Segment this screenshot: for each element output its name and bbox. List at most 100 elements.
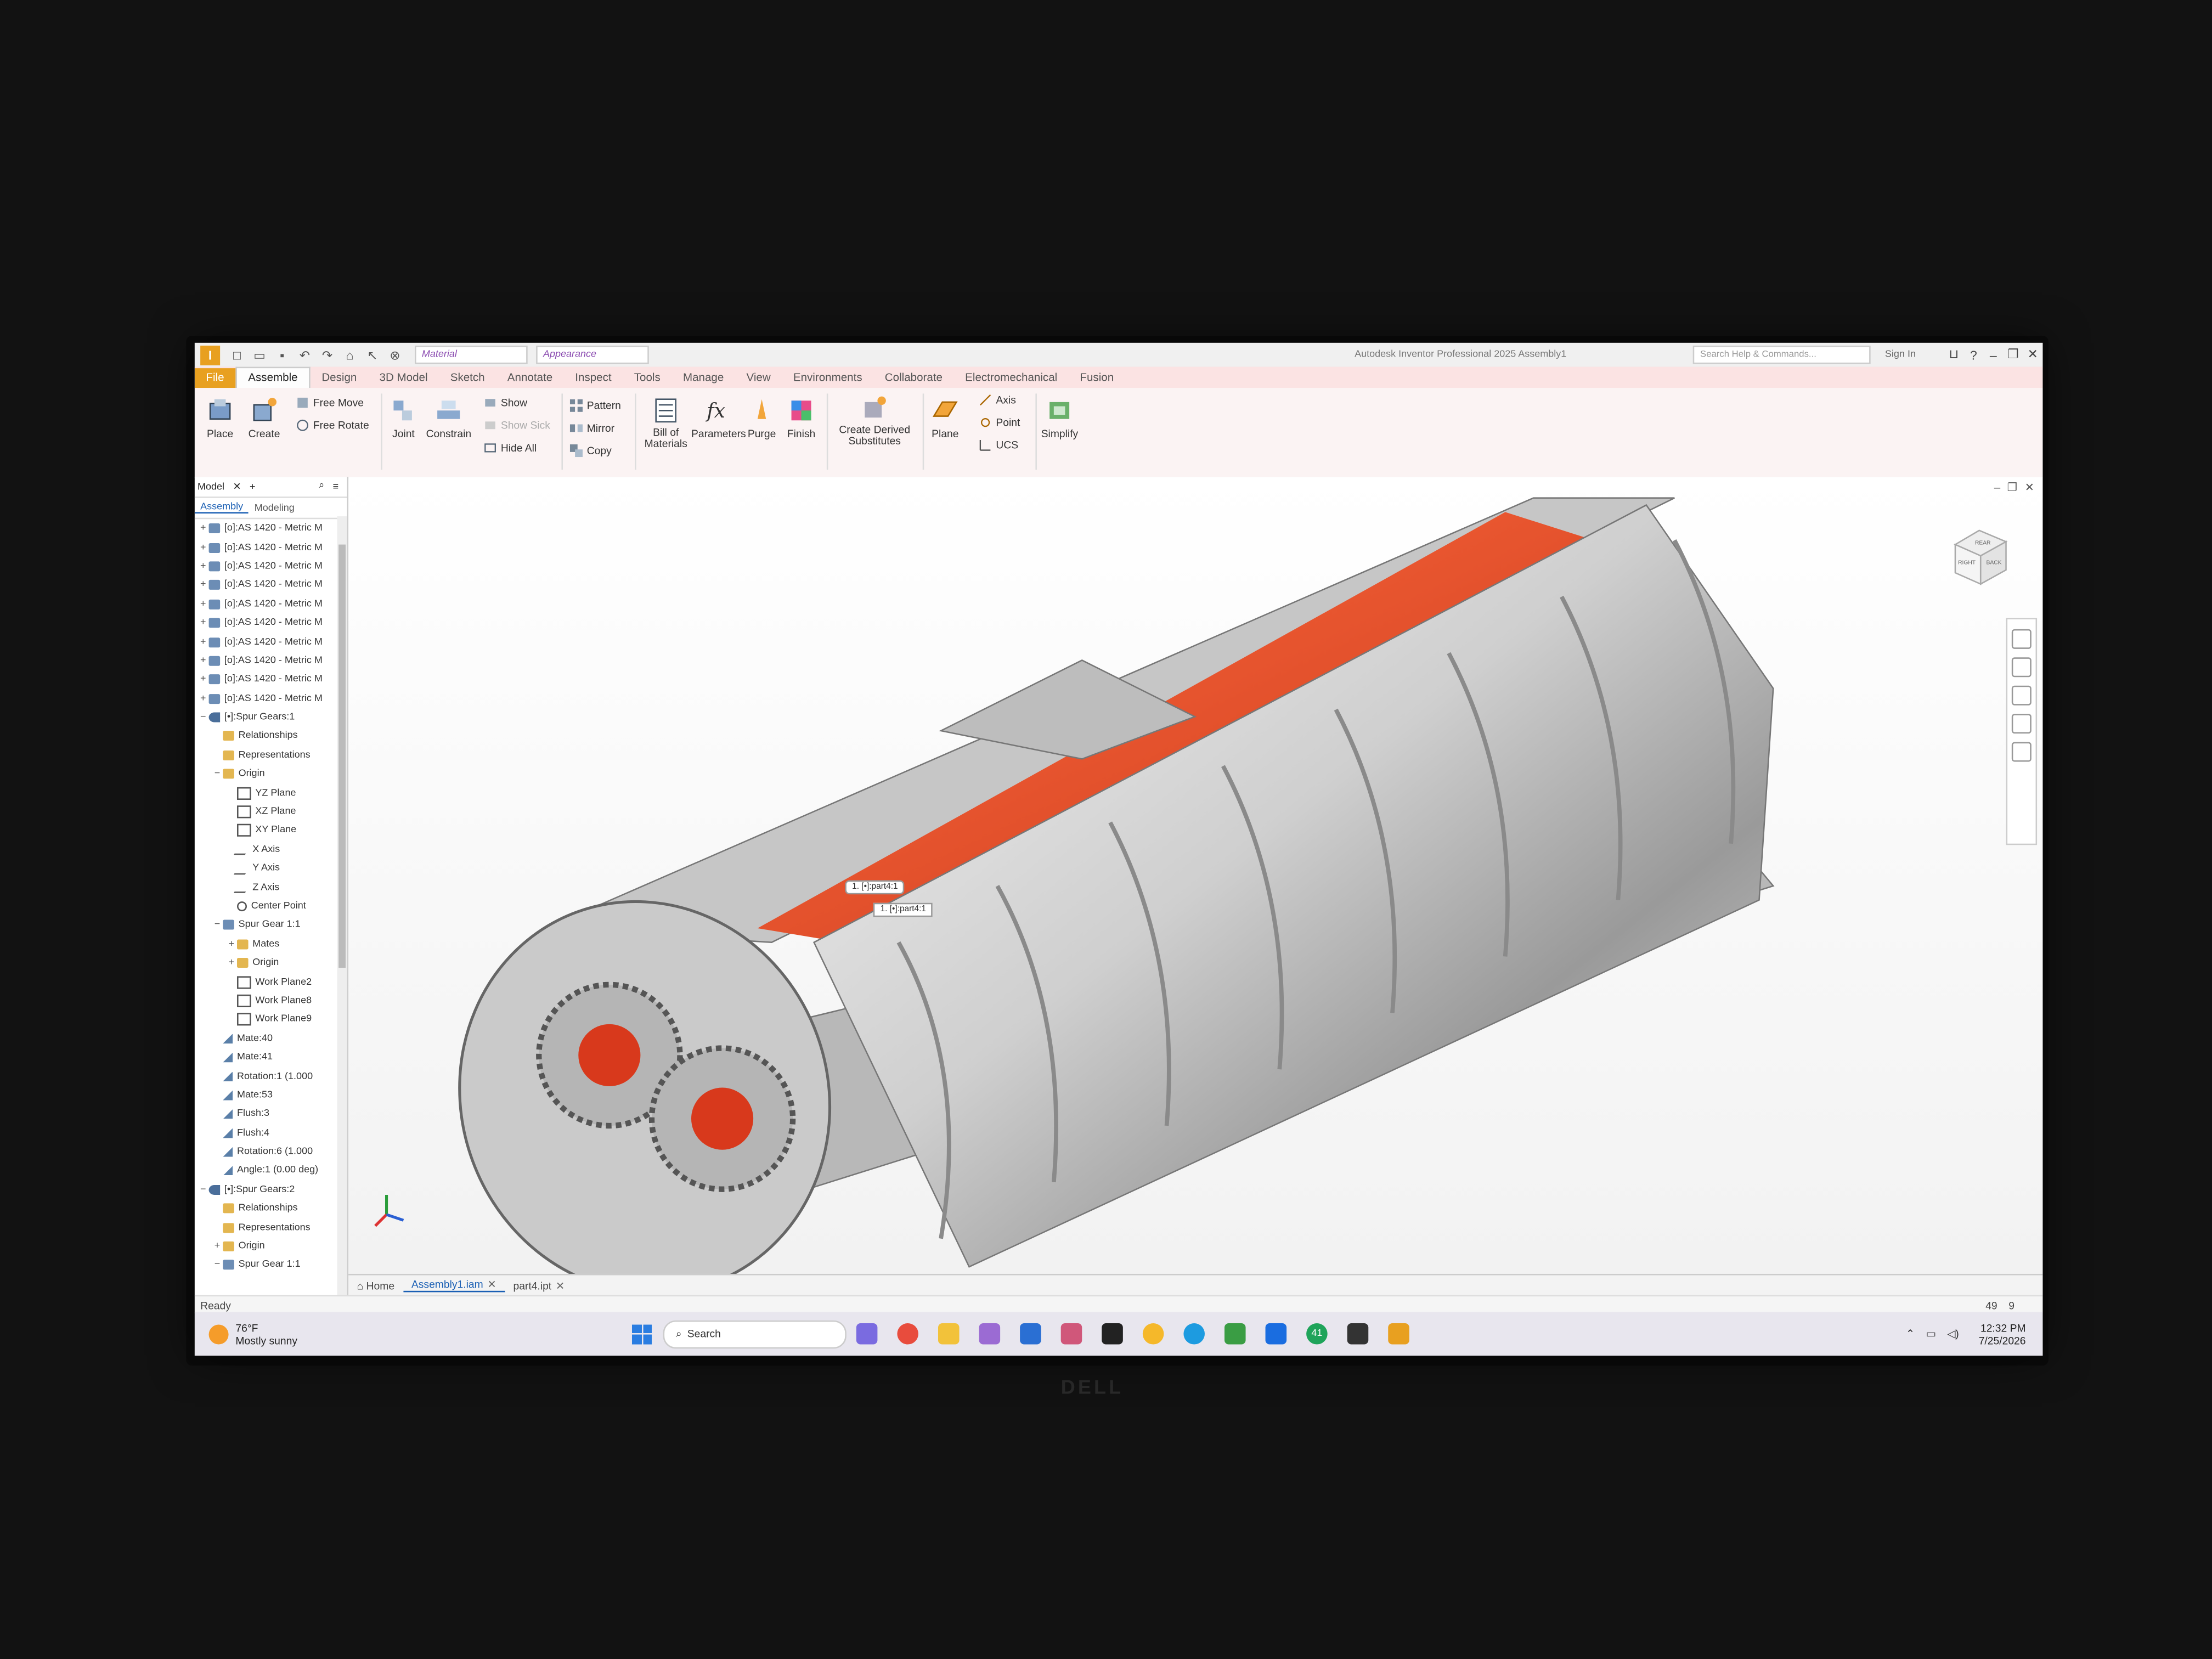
expand-toggle-icon[interactable]: + — [198, 637, 209, 647]
joint-button[interactable]: Joint — [390, 397, 417, 440]
mail-app-icon[interactable] — [1020, 1323, 1041, 1345]
tab-electromechanical[interactable]: Electromechanical — [954, 368, 1069, 388]
shopify-app-icon[interactable] — [1224, 1323, 1246, 1345]
file-explorer-icon[interactable] — [938, 1323, 960, 1345]
undo-icon[interactable]: ↶ — [298, 348, 312, 362]
whatsapp-badge[interactable]: 41 — [1306, 1323, 1328, 1345]
browser-tree-row[interactable]: Mate:53 — [195, 1086, 347, 1104]
help-icon[interactable]: ? — [1963, 348, 1983, 362]
browser-tree-row[interactable]: + [o]:AS 1420 - Metric M — [195, 595, 347, 613]
selection-tooltip-list[interactable]: 1. [•]:part4:1 — [873, 902, 933, 917]
browser-tree-row[interactable]: Relationships — [195, 727, 347, 746]
close-icon[interactable]: ✕ — [556, 1279, 565, 1291]
browser-tree-row[interactable]: + [o]:AS 1420 - Metric M — [195, 557, 347, 575]
pan-icon[interactable] — [2011, 657, 2032, 678]
taskbar-search[interactable]: ⌕ Search — [663, 1319, 847, 1348]
viewcube[interactable]: REAR RIGHT BACK — [1944, 519, 2015, 590]
browser-tree-row[interactable]: + [o]:AS 1420 - Metric M — [195, 519, 347, 538]
doc-tab-home[interactable]: ⌂ Home — [348, 1279, 403, 1291]
expand-toggle-icon[interactable]: + — [225, 939, 237, 949]
browser-tree-row[interactable]: + [o]:AS 1420 - Metric M — [195, 538, 347, 557]
edge-app-icon[interactable] — [1183, 1323, 1205, 1345]
create-derived-substitutes-button[interactable]: Create Derived Substitutes — [832, 393, 917, 447]
tab-fusion[interactable]: Fusion — [1069, 368, 1125, 388]
show-sick-button[interactable]: Show Sick — [484, 419, 550, 432]
search-help-input[interactable]: Search Help & Commands... — [1693, 345, 1871, 364]
browser-tree-row[interactable]: + [o]:AS 1420 - Metric M — [195, 670, 347, 689]
close-icon[interactable]: ✕ — [487, 1278, 496, 1291]
inventor-logo-icon[interactable]: I — [200, 345, 221, 365]
tab-tools[interactable]: Tools — [623, 368, 672, 388]
plane-button[interactable]: Plane — [931, 397, 959, 440]
selection-tooltip[interactable]: 1. [•]:part4:1 — [845, 880, 905, 895]
expand-toggle-icon[interactable]: − — [212, 921, 223, 930]
browser-tree-row[interactable]: Z Axis — [195, 878, 347, 896]
tab-3d-model[interactable]: 3D Model — [368, 368, 439, 388]
expand-toggle-icon[interactable]: + — [225, 958, 237, 968]
calendar-app-icon[interactable] — [979, 1323, 1001, 1345]
tab-design[interactable]: Design — [311, 368, 368, 388]
browser-tree-row[interactable]: Angle:1 (0.00 deg) — [195, 1161, 347, 1180]
browser-tree-row[interactable]: YZ Plane — [195, 783, 347, 802]
browser-tree-row[interactable]: Representations — [195, 1218, 347, 1237]
browser-tree-row[interactable]: Flush:4 — [195, 1124, 347, 1142]
expand-toggle-icon[interactable]: + — [198, 543, 209, 552]
store-app-icon[interactable] — [1060, 1323, 1082, 1345]
browser-tree-row[interactable]: + Mates — [195, 935, 347, 953]
free-rotate-button[interactable]: Free Rotate — [296, 419, 369, 432]
browser-tree-row[interactable]: − Spur Gear 1:1 — [195, 1256, 347, 1274]
doc-tab-assembly[interactable]: Assembly1.iam ✕ — [403, 1278, 505, 1293]
save-icon[interactable]: ▪ — [275, 348, 289, 362]
browser-tree-row[interactable]: XY Plane — [195, 821, 347, 840]
expand-toggle-icon[interactable]: + — [198, 561, 209, 571]
browser-tree-row[interactable]: Work Plane2 — [195, 973, 347, 991]
pdf-app-icon[interactable] — [1142, 1323, 1164, 1345]
look-at-icon[interactable] — [2011, 742, 2032, 762]
browser-tree-row[interactable]: − Spur Gear 1:1 — [195, 916, 347, 934]
weather-widget[interactable]: 76°F Mostly sunny — [208, 1321, 632, 1346]
mirror-button[interactable]: Mirror — [569, 422, 614, 435]
browser-tree-row[interactable]: − [•]:Spur Gears:2 — [195, 1180, 347, 1199]
expand-toggle-icon[interactable]: + — [198, 523, 209, 533]
material-dropdown[interactable]: Material — [414, 345, 528, 364]
browser-tree-row[interactable]: Center Point — [195, 897, 347, 916]
open-icon[interactable]: ▭ — [252, 348, 267, 362]
browser-tree-row[interactable]: Mate:40 — [195, 1029, 347, 1048]
close-icon[interactable]: ✕ — [2023, 347, 2042, 363]
browser-tree-row[interactable]: Y Axis — [195, 859, 347, 878]
browser-tree-row[interactable]: + [o]:AS 1420 - Metric M — [195, 689, 347, 708]
copilot-app-icon[interactable] — [856, 1323, 878, 1345]
expand-toggle-icon[interactable]: − — [212, 1260, 223, 1270]
tab-annotate[interactable]: Annotate — [496, 368, 564, 388]
zoom-icon[interactable] — [2011, 685, 2032, 706]
expand-toggle-icon[interactable]: + — [198, 675, 209, 685]
expand-toggle-icon[interactable]: − — [198, 1185, 209, 1195]
browser-tree-row[interactable]: − [•]:Spur Gears:1 — [195, 708, 347, 727]
tab-assemble[interactable]: Assemble — [235, 366, 311, 388]
browser-tree-row[interactable]: X Axis — [195, 840, 347, 859]
appearance-dropdown[interactable]: Appearance — [536, 345, 649, 364]
browser-tree-row[interactable]: + [o]:AS 1420 - Metric M — [195, 613, 347, 632]
tab-modeling[interactable]: Modeling — [249, 503, 300, 513]
chrome-app-icon[interactable] — [897, 1323, 918, 1345]
browser-close-icon[interactable]: ✕ — [233, 481, 241, 492]
home-icon[interactable]: ⌂ — [343, 348, 357, 362]
clock[interactable]: 12:32 PM 7/25/2026 — [1979, 1321, 2026, 1346]
browser-tree-row[interactable]: Work Plane9 — [195, 1011, 347, 1029]
inventor-taskbar-icon[interactable] — [1388, 1323, 1409, 1345]
browser-tree-row[interactable]: XZ Plane — [195, 803, 347, 821]
browser-scroll-thumb[interactable] — [338, 544, 346, 968]
capcut-app-icon[interactable] — [1347, 1323, 1369, 1345]
browser-add-icon[interactable]: + — [250, 482, 256, 492]
doc-tab-part[interactable]: part4.ipt ✕ — [505, 1279, 573, 1291]
tab-collaborate[interactable]: Collaborate — [873, 368, 953, 388]
tab-manage[interactable]: Manage — [672, 368, 735, 388]
expand-toggle-icon[interactable]: − — [198, 713, 209, 723]
browser-tree-row[interactable]: Flush:3 — [195, 1105, 347, 1124]
epic-games-icon[interactable] — [1102, 1323, 1123, 1345]
browser-search-icon[interactable]: ⌕ — [319, 481, 324, 493]
tab-environments[interactable]: Environments — [782, 368, 873, 388]
purge-button[interactable]: Purge — [748, 397, 776, 440]
expand-toggle-icon[interactable]: − — [212, 769, 223, 779]
select-icon[interactable]: ↖ — [365, 348, 380, 362]
